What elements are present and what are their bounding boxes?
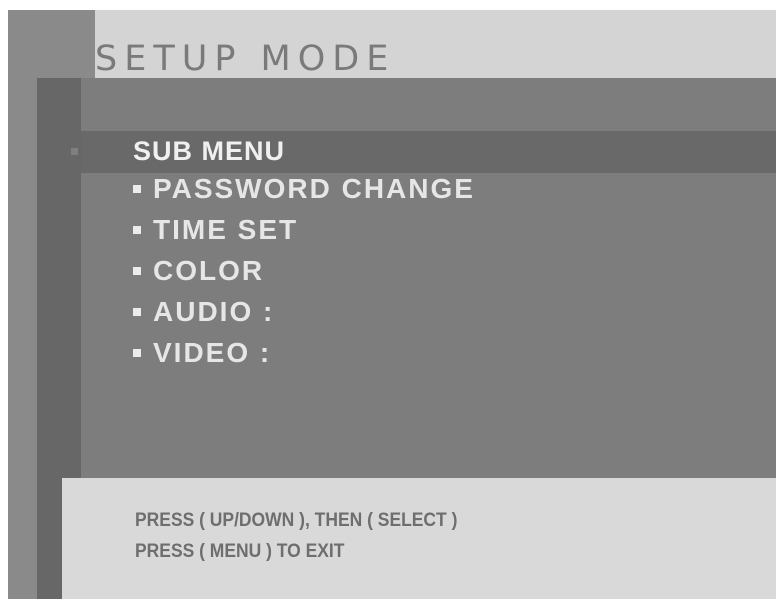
- menu-item-video[interactable]: VIDEO :: [133, 335, 271, 371]
- menu-item-time-set[interactable]: TIME SET: [133, 212, 298, 248]
- menu-item-audio[interactable]: AUDIO :: [133, 294, 274, 330]
- help-footer: [62, 478, 776, 599]
- bullet-icon: [133, 308, 141, 316]
- page-title: SETUP MODE: [95, 39, 396, 79]
- menu-item-label: VIDEO :: [153, 337, 272, 368]
- bullet-icon: [133, 267, 141, 275]
- bullet-icon: [133, 185, 141, 193]
- bullet-icon: [133, 349, 141, 357]
- menu-item-label: COLOR: [153, 255, 265, 286]
- help-text-exit: PRESS ( MENU ) TO EXIT: [135, 541, 345, 562]
- menu-item-label: PASSWORD CHANGE: [153, 173, 475, 204]
- menu-item-label: AUDIO :: [153, 296, 275, 327]
- menu-item-password-change[interactable]: PASSWORD CHANGE: [133, 171, 475, 207]
- selection-marker-icon: [71, 148, 78, 155]
- sub-menu-header[interactable]: SUB MENU: [133, 135, 285, 167]
- menu-item-color[interactable]: COLOR: [133, 253, 264, 289]
- menu-item-label: TIME SET: [153, 214, 299, 245]
- bullet-icon: [133, 226, 141, 234]
- help-text-navigate: PRESS ( UP/DOWN ), THEN ( SELECT ): [135, 510, 458, 531]
